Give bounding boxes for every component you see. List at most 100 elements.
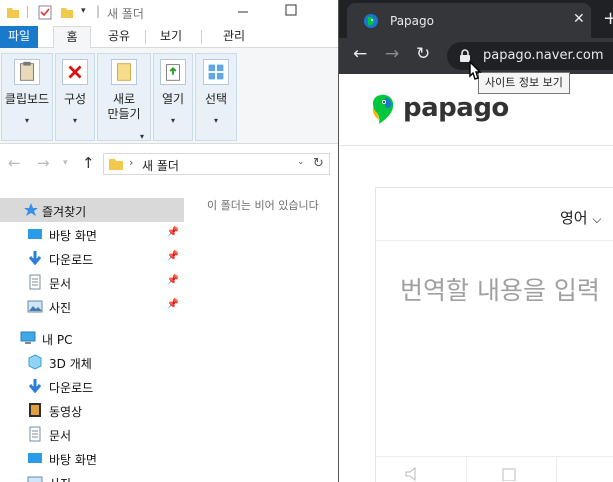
new-folder-quick-icon[interactable] xyxy=(60,4,74,20)
nav-item-label: 3D 개체 xyxy=(49,357,92,371)
nav-item-videos[interactable]: 동영상 xyxy=(0,398,184,422)
nav-item-label: 즐겨찾기 xyxy=(42,205,87,219)
empty-folder-message: 이 폴더는 비어 있습니다 xyxy=(207,199,319,212)
picture-icon xyxy=(27,476,43,482)
divider xyxy=(376,240,613,241)
speaker-icon[interactable] xyxy=(404,467,424,481)
pc-icon xyxy=(20,331,36,344)
maximize-icon[interactable] xyxy=(285,4,297,16)
recent-dropdown-icon[interactable]: ▾ xyxy=(63,158,68,168)
close-tab-icon[interactable]: ✕ xyxy=(573,11,585,27)
video-icon xyxy=(29,403,41,417)
copy-icon[interactable] xyxy=(500,467,520,481)
download-icon xyxy=(28,379,42,394)
tab-home[interactable]: 홈 xyxy=(53,26,91,49)
back-icon[interactable]: ← xyxy=(8,154,21,172)
new-tab-icon[interactable]: + xyxy=(603,8,613,29)
open-icon xyxy=(160,59,186,85)
divider xyxy=(556,456,557,482)
select-icon xyxy=(203,59,229,85)
chrome-window: Papago ✕ + ← → ↻ papago.naver.com papago… xyxy=(338,0,613,482)
new-group[interactable]: 새로 만들기 ▾ xyxy=(97,53,151,141)
nav-item-label: 바탕 화면 xyxy=(49,453,97,467)
nav-item-3d-objects[interactable]: 3D 개체 xyxy=(0,350,184,374)
clipboard-label: 클립보드 xyxy=(4,92,50,106)
nav-item-pictures-pc[interactable]: 사진 xyxy=(0,470,184,482)
pin-icon[interactable]: 📌 xyxy=(167,251,179,262)
select-label: 선택 xyxy=(204,92,228,106)
pin-icon[interactable]: 📌 xyxy=(167,227,179,238)
chevron-down-icon: ▾ xyxy=(24,116,29,125)
minimize-icon[interactable] xyxy=(237,6,249,18)
address-dropdown-icon[interactable]: ⌄ xyxy=(297,157,305,167)
nav-item-desktop-pc[interactable]: 바탕 화면 xyxy=(0,446,184,470)
site-info-tooltip: 사이트 정보 보기 xyxy=(478,72,570,94)
nav-item-downloads[interactable]: 다운로드 📌 xyxy=(0,246,184,270)
organize-label: 구성 xyxy=(63,92,87,106)
tab-file[interactable]: 파일 xyxy=(0,26,38,48)
properties-icon[interactable] xyxy=(38,4,52,20)
papago-wordmark[interactable]: papago xyxy=(403,93,509,123)
tab-share[interactable]: 공유 xyxy=(99,26,139,48)
nav-item-label: 다운로드 xyxy=(49,381,94,395)
new-label: 새로 만들기 xyxy=(107,92,141,121)
nav-item-label: 바탕 화면 xyxy=(49,229,97,243)
nav-item-desktop[interactable]: 바탕 화면 📌 xyxy=(0,222,184,246)
nav-item-documents[interactable]: 문서 📌 xyxy=(0,270,184,294)
download-icon xyxy=(28,251,42,266)
document-icon xyxy=(29,426,41,442)
forward-icon[interactable]: → xyxy=(37,154,50,172)
chevron-down-icon: ▾ xyxy=(140,132,145,141)
divider xyxy=(27,6,28,18)
papago-logo-icon[interactable] xyxy=(369,93,395,127)
new-folder-icon xyxy=(111,59,137,85)
navigation-pane: 즐겨찾기 바탕 화면 📌 다운로드 📌 문서 📌 사진 📌 내 PC 3D 개체… xyxy=(0,190,184,482)
chevron-down-icon: ⌵ xyxy=(592,212,602,226)
nav-item-label: 다운로드 xyxy=(49,253,94,267)
up-icon[interactable]: ↑ xyxy=(82,154,95,172)
document-icon xyxy=(29,274,41,290)
nav-item-label: 사진 xyxy=(49,301,72,315)
papago-favicon-icon xyxy=(364,14,378,28)
open-group[interactable]: 열기 ▾ xyxy=(153,53,193,141)
clipboard-group[interactable]: 클립보드 ▾ xyxy=(1,53,53,141)
desktop-icon xyxy=(28,229,42,239)
breadcrumb-folder[interactable]: 새 폴더 xyxy=(142,157,179,174)
source-language-label: 영어 xyxy=(560,209,588,227)
quick-access-dropdown-icon[interactable]: ▾ xyxy=(81,6,86,16)
clipboard-icon xyxy=(14,59,40,85)
pin-icon[interactable]: 📌 xyxy=(167,275,179,286)
cube-icon xyxy=(28,354,42,370)
select-group[interactable]: 선택 ▾ xyxy=(195,53,237,141)
nav-item-this-pc[interactable]: 내 PC xyxy=(0,326,184,350)
title-separator: | xyxy=(96,4,101,18)
chevron-down-icon: ▾ xyxy=(72,116,77,125)
folder-icon xyxy=(109,159,123,170)
nav-item-documents-pc[interactable]: 문서 xyxy=(0,422,184,446)
source-language-select[interactable]: 영어 ⌵ xyxy=(560,207,602,228)
chevron-down-icon: ▾ xyxy=(170,116,175,125)
nav-item-downloads-pc[interactable]: 다운로드 xyxy=(0,374,184,398)
nav-item-pictures[interactable]: 사진 📌 xyxy=(0,294,184,318)
back-icon[interactable]: ← xyxy=(353,44,367,64)
organize-group[interactable]: 구성 ▾ xyxy=(55,53,95,141)
translation-input-panel: 영어 ⌵ 번역할 내용을 입력 xyxy=(375,187,613,482)
browser-tab[interactable]: Papago ✕ xyxy=(347,3,591,38)
divider xyxy=(201,30,202,44)
tab-view[interactable]: 보기 xyxy=(151,26,191,48)
divider xyxy=(376,456,613,457)
address-bar[interactable]: › 새 폴더 ⌄ ↻ xyxy=(103,153,330,175)
forward-icon[interactable]: → xyxy=(385,44,399,64)
refresh-icon[interactable]: ↻ xyxy=(313,156,324,171)
nav-item-label: 사진 xyxy=(49,475,71,482)
reload-icon[interactable]: ↻ xyxy=(416,44,430,64)
tab-manage[interactable]: 관리 xyxy=(212,26,256,48)
tab-title: Papago xyxy=(390,14,434,28)
nav-item-quick-access[interactable]: 즐겨찾기 xyxy=(0,198,184,222)
desktop-icon xyxy=(28,453,42,463)
ribbon-tab-bar: 파일 홈 공유 보기 관리 xyxy=(0,26,340,49)
window-title: 새 폴더 xyxy=(107,7,144,21)
source-text-input[interactable]: 번역할 내용을 입력 xyxy=(400,271,600,307)
url-text[interactable]: papago.naver.com xyxy=(483,48,604,63)
pin-icon[interactable]: 📌 xyxy=(167,299,179,310)
